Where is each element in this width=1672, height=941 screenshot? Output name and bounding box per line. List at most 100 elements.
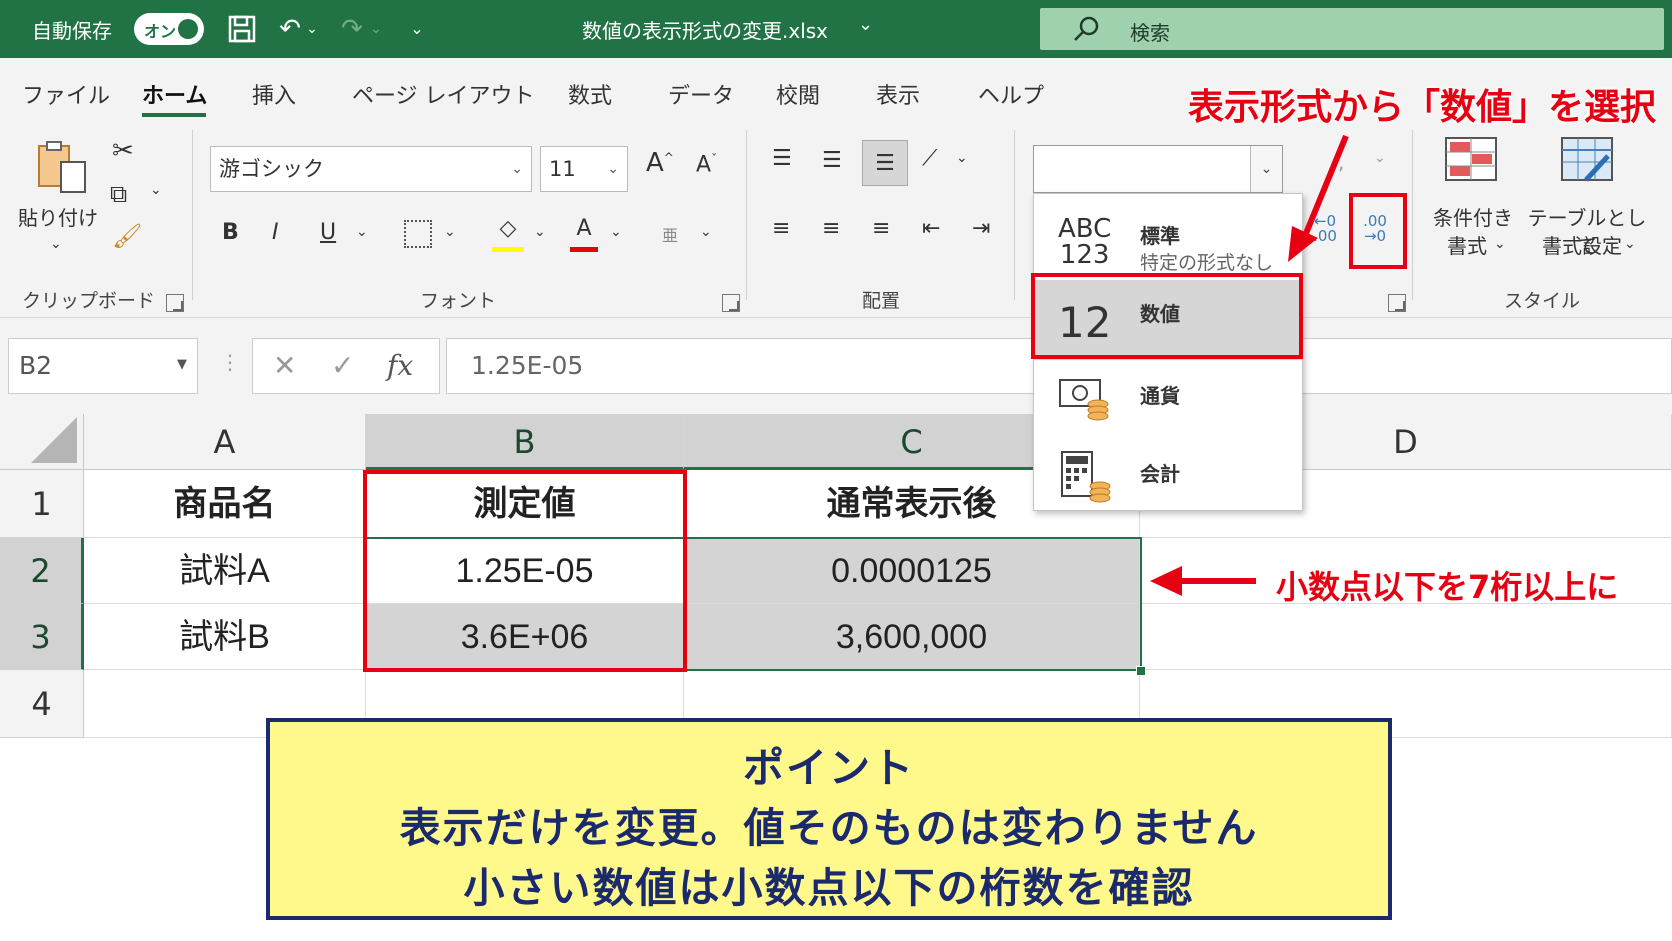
ribbon: 貼り付け ⌄ ✂ ⧉ ⌄ 🖌 クリップボード 游ゴシック ⌄ 11 ⌄ A^ A…: [0, 118, 1672, 318]
font-launcher-icon[interactable]: [722, 294, 740, 312]
font-color-dropdown-icon[interactable]: ⌄: [610, 224, 622, 240]
fill-color-dropdown-icon[interactable]: ⌄: [534, 224, 546, 240]
tab-home[interactable]: ホーム: [142, 78, 207, 110]
alignment-group-label: 配置: [862, 290, 901, 312]
enter-icon[interactable]: ✓: [331, 349, 354, 382]
tab-insert[interactable]: 挿入: [252, 78, 296, 110]
align-center-icon[interactable]: ≡: [822, 216, 840, 241]
decrease-decimal-line-2: .00: [1313, 227, 1337, 245]
save-icon[interactable]: [222, 10, 262, 48]
row-header-1[interactable]: 1: [0, 470, 84, 538]
orientation-dropdown-icon[interactable]: ⌄: [956, 150, 968, 166]
cell-d3[interactable]: [1140, 604, 1672, 670]
cell-a3[interactable]: 試料B: [84, 604, 366, 670]
redo-dropdown-icon[interactable]: ⌄: [364, 10, 388, 48]
conditional-formatting-icon[interactable]: [1444, 136, 1498, 184]
drag-handle-icon[interactable]: ⋮: [220, 350, 240, 374]
increase-font-size-icon[interactable]: A^: [646, 148, 674, 178]
group-divider: [1014, 130, 1015, 300]
fill-color-icon[interactable]: ◇: [492, 216, 524, 252]
formula-bar: B2 ▼ ⋮ ✕ ✓ fx 1.25E-05: [0, 318, 1672, 414]
decrease-decimal-icon[interactable]: ←0 .00: [1310, 214, 1340, 244]
decrease-font-size-icon[interactable]: Aˇ: [696, 152, 717, 177]
border-icon[interactable]: [404, 220, 432, 248]
customize-toolbar-icon[interactable]: ⌄: [402, 10, 432, 48]
paste-icon[interactable]: [30, 138, 96, 202]
row-header-4[interactable]: 4: [0, 670, 84, 738]
format-painter-icon[interactable]: 🖌: [112, 222, 142, 250]
select-all-button[interactable]: [0, 414, 84, 470]
format-as-table-icon[interactable]: [1560, 136, 1614, 184]
increase-indent-icon[interactable]: ⇥: [972, 216, 990, 241]
number-dropdown-icon[interactable]: ⌄: [1374, 150, 1386, 166]
note-line-3: 小さい数値は小数点以下の桁数を確認: [463, 864, 1195, 912]
search-box[interactable]: 検索: [1040, 8, 1664, 50]
tab-page-layout[interactable]: ページ レイアウト: [352, 78, 535, 110]
number-format-combo[interactable]: ⌄: [1033, 145, 1283, 193]
cut-icon[interactable]: ✂: [112, 136, 134, 166]
font-name-combo[interactable]: 游ゴシック ⌄: [210, 146, 532, 192]
phonetic-dropdown-icon[interactable]: ⌄: [700, 224, 712, 240]
conditional-formatting-label-1[interactable]: 条件付き: [1428, 204, 1518, 232]
format-option-accounting[interactable]: 会計: [1034, 440, 1302, 520]
border-dropdown-icon[interactable]: ⌄: [444, 224, 456, 240]
autosave-toggle[interactable]: オン: [134, 13, 204, 45]
paste-dropdown-icon[interactable]: ⌄: [50, 236, 62, 252]
undo-dropdown-icon[interactable]: ⌄: [300, 10, 324, 48]
select-all-icon: [31, 417, 77, 463]
bold-icon[interactable]: B: [222, 220, 239, 245]
name-box[interactable]: B2 ▼: [8, 338, 198, 394]
font-size-value: 11: [549, 157, 576, 181]
number-launcher-icon[interactable]: [1388, 294, 1406, 312]
align-top-icon[interactable]: ☰: [772, 146, 792, 171]
conditional-formatting-dropdown-icon[interactable]: ⌄: [1494, 236, 1506, 252]
phonetic-icon[interactable]: 亜: [662, 222, 678, 246]
italic-icon[interactable]: I: [272, 220, 279, 245]
chevron-down-icon: ⌄: [511, 161, 523, 177]
document-title[interactable]: 数値の表示形式の変更.xlsx: [582, 15, 828, 44]
tab-file[interactable]: ファイル: [22, 78, 110, 110]
align-right-icon[interactable]: ≡: [872, 216, 890, 241]
copy-icon[interactable]: ⧉: [110, 180, 127, 208]
name-box-dropdown-icon[interactable]: ▼: [177, 357, 187, 372]
font-color-icon[interactable]: A: [570, 216, 598, 252]
orientation-icon[interactable]: ⟋: [922, 146, 937, 171]
tab-help[interactable]: ヘルプ: [978, 78, 1044, 110]
tab-view[interactable]: 表示: [876, 78, 920, 110]
font-size-combo[interactable]: 11 ⌄: [540, 146, 628, 192]
group-divider: [1412, 130, 1413, 300]
font-name-value: 游ゴシック: [219, 157, 324, 181]
accounting-icon: [1061, 451, 1111, 503]
chevron-down-icon[interactable]: ⌄: [1250, 146, 1282, 192]
underline-icon[interactable]: U: [320, 220, 336, 245]
tab-formulas[interactable]: 数式: [568, 78, 612, 110]
align-bottom-icon[interactable]: ☰: [862, 140, 908, 186]
underline-dropdown-icon[interactable]: ⌄: [356, 224, 368, 240]
cancel-icon[interactable]: ✕: [273, 349, 296, 382]
comma-style-icon[interactable]: ,: [1338, 150, 1344, 174]
format-option-title: 会計: [1140, 462, 1180, 486]
callout-select-number: 表示形式から「数値」を選択: [1188, 87, 1657, 128]
decrease-indent-icon[interactable]: ⇤: [922, 216, 940, 241]
cell-a1[interactable]: 商品名: [84, 470, 366, 538]
tab-data[interactable]: データ: [668, 78, 734, 110]
row-header-2[interactable]: 2: [0, 538, 84, 604]
title-chevron-icon[interactable]: ⌄: [858, 14, 873, 35]
align-middle-icon[interactable]: ☰: [822, 148, 842, 173]
row-header-3[interactable]: 3: [0, 604, 84, 670]
format-as-table-dropdown-icon[interactable]: ⌄: [1624, 236, 1636, 252]
fill-handle[interactable]: [1136, 666, 1146, 676]
chevron-down-icon: ⌄: [607, 161, 619, 177]
currency-icon: [1059, 379, 1109, 421]
clipboard-launcher-icon[interactable]: [166, 294, 184, 312]
paste-label[interactable]: 貼り付け: [18, 204, 98, 232]
insert-function-icon[interactable]: fx: [387, 349, 413, 382]
column-header-a[interactable]: A: [84, 414, 366, 470]
format-option-currency[interactable]: 通貨: [1034, 362, 1302, 442]
column-header-b[interactable]: B: [366, 414, 684, 470]
tab-review[interactable]: 校閲: [776, 78, 820, 110]
align-left-icon[interactable]: ≡: [772, 216, 790, 241]
cell-a2[interactable]: 試料A: [84, 538, 366, 604]
copy-dropdown-icon[interactable]: ⌄: [150, 182, 162, 198]
format-option-general[interactable]: ABC 123 標準 特定の形式なし: [1034, 202, 1302, 282]
